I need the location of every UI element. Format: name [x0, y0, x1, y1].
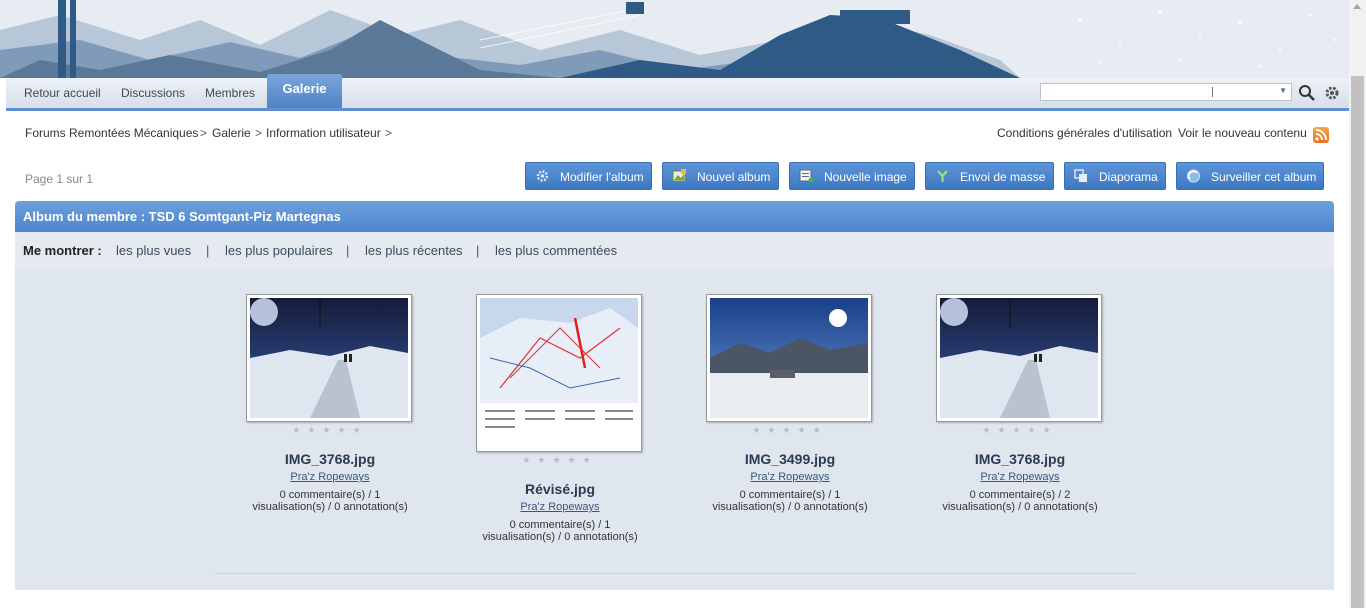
scroll-thumb[interactable]	[1351, 76, 1364, 608]
filter-most-recent[interactable]: les plus récentes	[365, 243, 463, 258]
image-stats-line1: 0 commentaire(s) / 1	[739, 489, 841, 501]
image-card: ★★★★★ IMG_3768.jpg Pra'z Ropeways 0 comm…	[240, 294, 420, 524]
rating-stars[interactable]: ★★★★★	[700, 425, 880, 436]
image-thumbnail[interactable]	[246, 294, 412, 422]
piste-map-image	[480, 298, 638, 448]
rating-stars[interactable]: ★★★★★	[930, 425, 1110, 436]
new-image-label: Nouvelle image	[824, 170, 907, 184]
filter-separator: |	[476, 243, 480, 258]
image-card: ★★★★★ IMG_3499.jpg Pra'z Ropeways 0 comm…	[700, 294, 880, 524]
image-author-link[interactable]: Pra'z Ropeways	[240, 471, 420, 483]
image-title[interactable]: IMG_3768.jpg	[240, 451, 420, 467]
image-title[interactable]: IMG_3768.jpg	[930, 451, 1110, 467]
header-banner	[0, 0, 1349, 78]
filter-most-popular[interactable]: les plus populaires	[225, 243, 333, 258]
search-divider	[1212, 87, 1213, 97]
image-card: ★★★★★ Révisé.jpg Pra'z Ropeways 0 commen…	[470, 294, 650, 554]
image-stats-line1: 0 commentaire(s) / 1	[279, 489, 381, 501]
search-input[interactable]: ▼	[1040, 83, 1292, 101]
filter-separator: |	[346, 243, 350, 258]
new-content-link[interactable]: Voir le nouveau contenu	[1178, 126, 1307, 140]
watch-album-button[interactable]: Surveiller cet album	[1176, 162, 1324, 190]
mountain-panorama-photo	[710, 298, 868, 418]
album-add-icon	[672, 169, 686, 182]
breadcrumb-gallery[interactable]: Galerie	[212, 126, 251, 140]
snow-track-photo	[940, 298, 1098, 418]
upload-icon	[937, 170, 948, 182]
image-card: ★★★★★ IMG_3768.jpg Pra'z Ropeways 0 comm…	[930, 294, 1110, 524]
filter-label: Me montrer :	[23, 243, 102, 258]
image-stats-line2: visualisation(s) / 0 annotation(s)	[482, 531, 638, 543]
scroll-up-icon[interactable]	[1353, 4, 1361, 9]
nav-gallery-tab[interactable]: Galerie	[267, 74, 342, 108]
image-author-link[interactable]: Pra'z Ropeways	[470, 501, 650, 513]
rating-stars[interactable]: ★★★★★	[240, 425, 420, 436]
album-title: Album du membre : TSD 6 Somtgant-Piz Mar…	[15, 201, 1334, 232]
image-thumbnail[interactable]	[706, 294, 872, 422]
search-dropdown-icon[interactable]: ▼	[1279, 86, 1287, 95]
filter-most-commented[interactable]: les plus commentées	[495, 243, 617, 258]
rating-stars[interactable]: ★★★★★	[470, 455, 650, 466]
new-album-label: Nouvel album	[697, 170, 771, 184]
filter-separator: |	[206, 243, 210, 258]
slideshow-icon	[1074, 169, 1087, 182]
filter-bar: Me montrer : les plus vues | les plus po…	[15, 232, 1334, 269]
image-stats-line2: visualisation(s) / 0 annotation(s)	[942, 501, 1098, 513]
image-gallery: ★★★★★ IMG_3768.jpg Pra'z Ropeways 0 comm…	[15, 269, 1334, 590]
image-title[interactable]: IMG_3499.jpg	[700, 451, 880, 467]
new-album-button[interactable]: Nouvel album	[662, 162, 779, 190]
page-info: Page 1 sur 1	[25, 172, 94, 186]
image-thumbnail[interactable]	[936, 294, 1102, 422]
edit-album-button[interactable]: Modifier l'album	[525, 162, 652, 190]
image-stats-line2: visualisation(s) / 0 annotation(s)	[712, 501, 868, 513]
breadcrumb-separator: >	[385, 126, 393, 140]
nav-members[interactable]: Membres	[205, 78, 255, 108]
image-author-link[interactable]: Pra'z Ropeways	[700, 471, 880, 483]
breadcrumb-separator: >	[200, 126, 208, 140]
gallery-divider	[215, 573, 1135, 574]
gear-icon[interactable]	[1323, 84, 1341, 102]
slideshow-button[interactable]: Diaporama	[1064, 162, 1166, 190]
watch-icon	[1187, 169, 1200, 183]
image-author-link[interactable]: Pra'z Ropeways	[930, 471, 1110, 483]
image-stats-line1: 0 commentaire(s) / 1	[509, 519, 611, 531]
slideshow-label: Diaporama	[1099, 170, 1158, 184]
page-scrollbar[interactable]	[1349, 0, 1366, 608]
image-stats-line2: visualisation(s) / 0 annotation(s)	[252, 501, 408, 513]
bulk-upload-label: Envoi de masse	[960, 170, 1046, 184]
nav-home[interactable]: Retour accueil	[24, 78, 101, 108]
magnifier-icon[interactable]	[1298, 84, 1316, 102]
snow-track-photo	[250, 298, 408, 418]
image-title[interactable]: Révisé.jpg	[470, 481, 650, 497]
main-nav: Retour accueil Discussions Membres Galer…	[6, 74, 1349, 111]
new-image-button[interactable]: Nouvelle image	[789, 162, 915, 190]
breadcrumb-forums[interactable]: Forums Remontées Mécaniques	[25, 126, 198, 140]
bulk-upload-button[interactable]: Envoi de masse	[925, 162, 1054, 190]
rss-icon[interactable]	[1313, 127, 1329, 143]
image-stats-line1: 0 commentaire(s) / 2	[969, 489, 1071, 501]
nav-discussions[interactable]: Discussions	[121, 78, 185, 108]
terms-link[interactable]: Conditions générales d'utilisation	[997, 126, 1172, 140]
image-thumbnail[interactable]	[476, 294, 642, 452]
breadcrumb-user-info[interactable]: Information utilisateur	[266, 126, 381, 140]
breadcrumb-separator: >	[255, 126, 263, 140]
edit-album-label: Modifier l'album	[560, 170, 644, 184]
watch-album-label: Surveiller cet album	[1211, 170, 1317, 184]
filter-most-viewed[interactable]: les plus vues	[116, 243, 191, 258]
image-add-icon	[799, 169, 814, 183]
gear-icon	[536, 170, 549, 182]
mountain-banner-image	[0, 0, 1349, 78]
